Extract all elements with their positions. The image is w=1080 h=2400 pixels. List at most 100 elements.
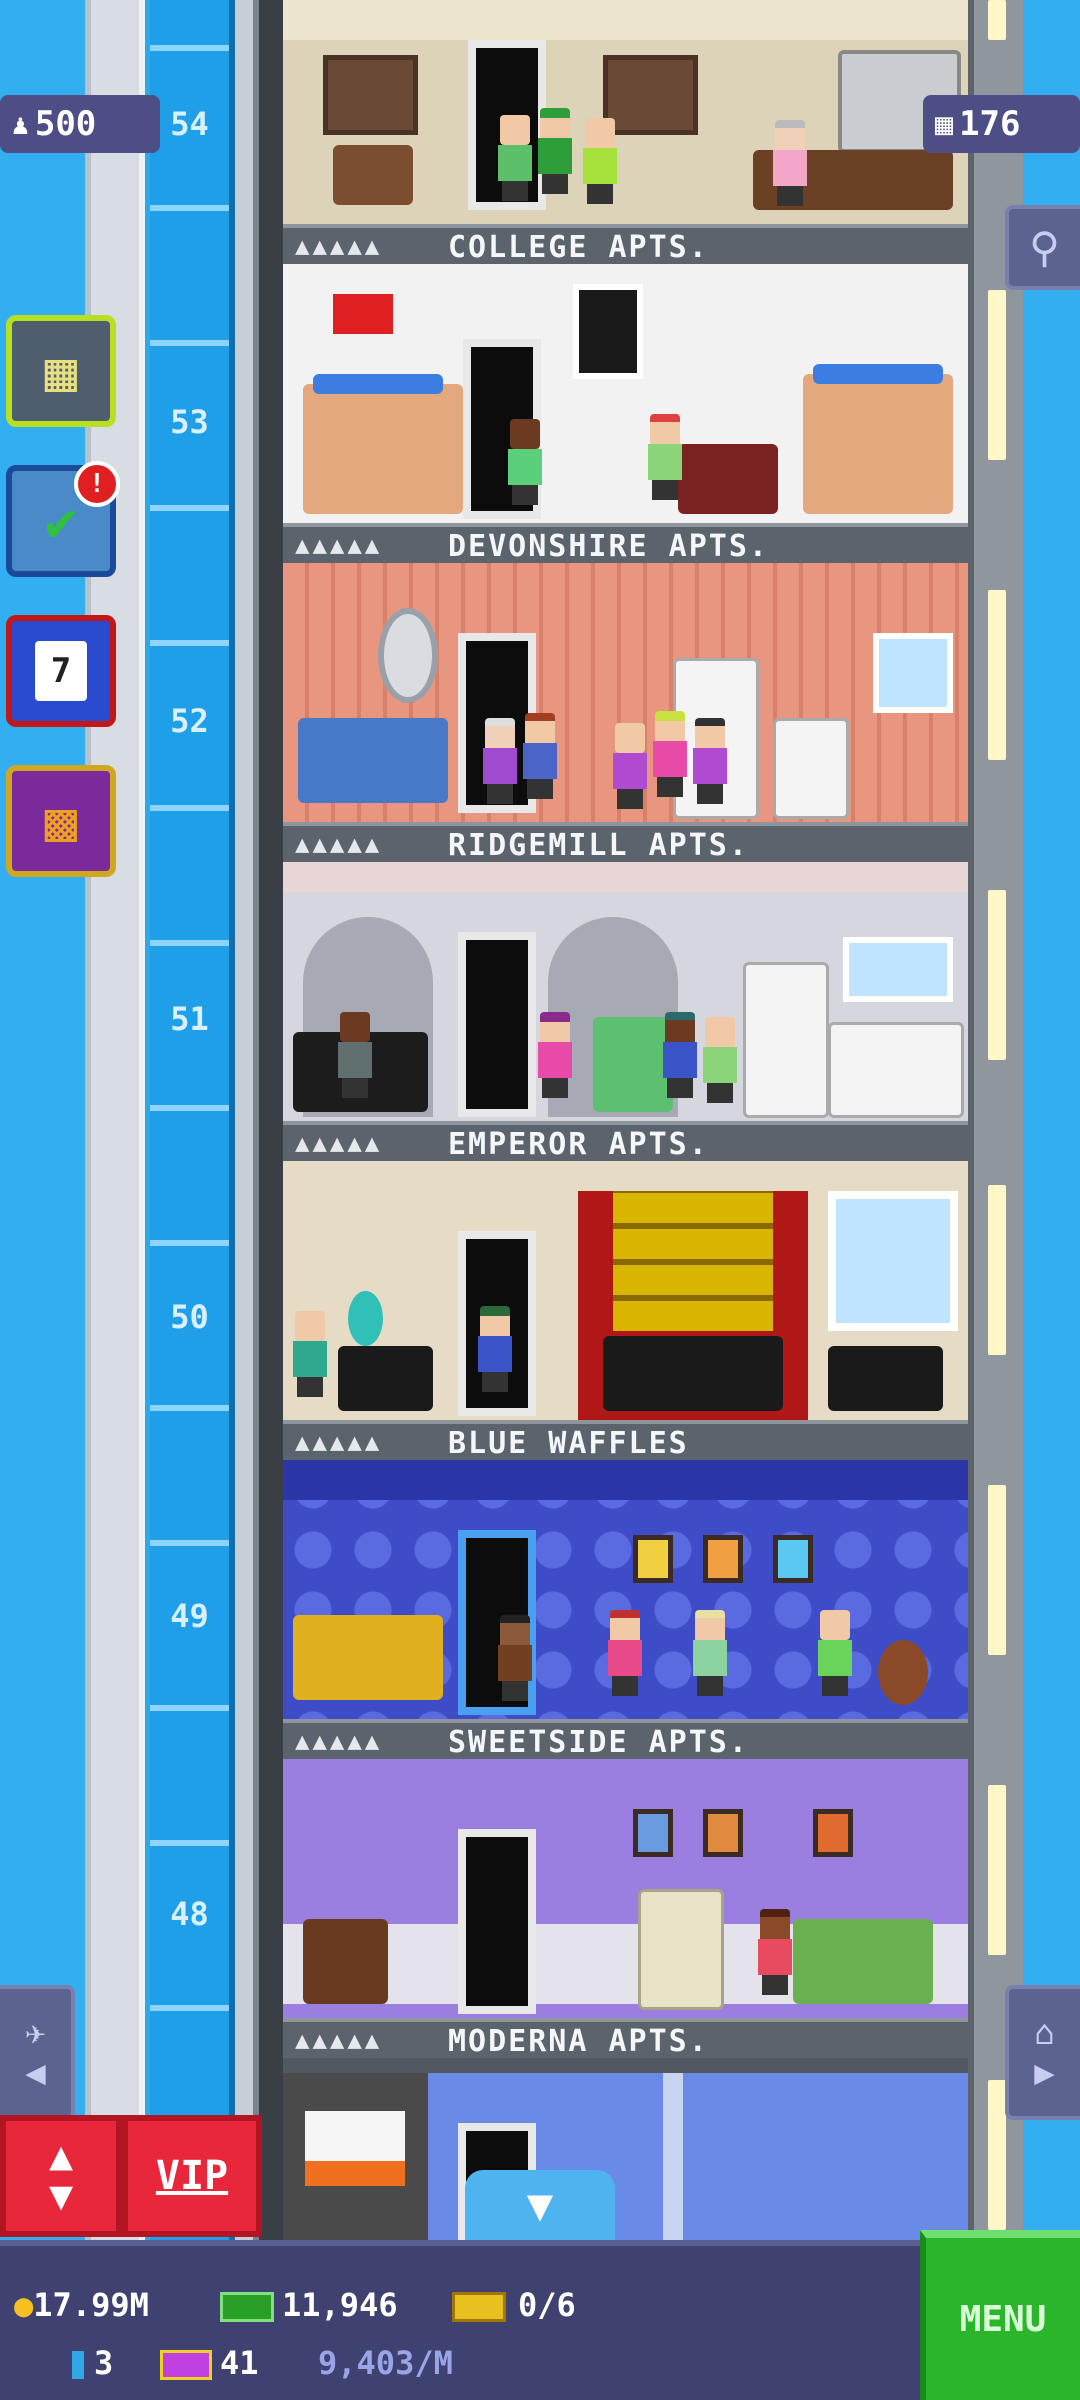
resident[interactable] xyxy=(703,1017,737,1103)
gift-button[interactable]: ▩ xyxy=(6,765,116,877)
floor-label[interactable]: ▲▲▲▲▲ EMPEROR APTS. xyxy=(283,1121,968,1161)
resident[interactable] xyxy=(613,723,647,809)
wall-sign xyxy=(305,2111,405,2186)
key-icon xyxy=(72,2351,84,2379)
floor-label[interactable]: ▲▲▲▲▲ DEVONSHIRE APTS. xyxy=(283,523,968,563)
floor-label[interactable]: ▲▲▲▲▲ SWEETSIDE APTS. xyxy=(283,1719,968,1759)
window xyxy=(843,937,953,1002)
room-college-apts xyxy=(283,0,968,224)
resident[interactable] xyxy=(538,108,572,194)
floor-50[interactable]: ▲▲▲▲▲ BLUE WAFFLES xyxy=(283,1161,968,1460)
floor-name: MODERNA APTS. xyxy=(448,2024,709,2058)
shaft-floor-number: 49 xyxy=(170,1597,209,1635)
floor-53[interactable]: ▲▲▲▲▲ DEVONSHIRE APTS. xyxy=(283,264,968,563)
resident[interactable] xyxy=(663,1012,697,1098)
resident[interactable] xyxy=(498,1615,532,1701)
floor-52[interactable]: ▲▲▲▲▲ RIDGEMILL APTS. xyxy=(283,563,968,862)
vip-ticket-icon xyxy=(160,2350,212,2380)
room-devonshire-apts xyxy=(283,264,968,523)
column xyxy=(663,2073,683,2240)
resident[interactable] xyxy=(483,718,517,804)
sofa xyxy=(793,1919,933,2004)
visitor-nav-button[interactable]: ✈ ◀ xyxy=(0,1985,75,2120)
wall-picture xyxy=(633,1809,673,1857)
floor-counter[interactable]: ▦ 176 xyxy=(923,95,1080,153)
tower-frame xyxy=(259,0,283,2240)
floor-count-value: 176 xyxy=(959,104,1021,144)
window xyxy=(828,1191,958,1331)
shaft-floor-number: 54 xyxy=(170,105,209,143)
nightstand xyxy=(828,1346,943,1411)
floor-name: EMPEROR APTS. xyxy=(448,1127,709,1161)
floor-label[interactable]: ▲▲▲▲▲ RIDGEMILL APTS. xyxy=(283,822,968,862)
floor-label[interactable]: ▲▲▲▲▲ COLLEGE APTS. xyxy=(283,224,968,264)
shaft-divider xyxy=(150,1840,229,1846)
shaft-floor-number: 50 xyxy=(170,1298,209,1336)
resident[interactable] xyxy=(508,419,542,505)
floor-stars: ▲▲▲▲▲ xyxy=(295,830,383,858)
resident[interactable] xyxy=(648,414,682,500)
resident[interactable] xyxy=(693,718,727,804)
resident[interactable] xyxy=(583,118,617,204)
scroll-down-button[interactable]: ▼ xyxy=(465,2170,615,2240)
resident[interactable] xyxy=(538,1012,572,1098)
vip-button[interactable]: VIP xyxy=(122,2115,262,2237)
wall-picture xyxy=(703,1535,743,1583)
shaft-divider xyxy=(150,940,229,946)
shaft-divider xyxy=(150,2005,229,2011)
coins-stat[interactable]: ●17.99M xyxy=(14,2286,149,2324)
elevator-shaft[interactable]: 54 53 52 51 50 49 48 xyxy=(150,0,235,2240)
resident[interactable] xyxy=(498,115,532,201)
population-counter[interactable]: ♟ 500 xyxy=(0,95,160,153)
floor-name: RIDGEMILL APTS. xyxy=(448,828,749,862)
gold-display xyxy=(613,1191,773,1331)
population-value: 500 xyxy=(34,104,97,144)
stairwell xyxy=(968,0,1023,2240)
floor-label[interactable]: ▲▲▲▲▲ BLUE WAFFLES xyxy=(283,1420,968,1460)
resident[interactable] xyxy=(693,1610,727,1696)
shaft-divider xyxy=(150,1405,229,1411)
floor-49[interactable]: ▲▲▲▲▲ SWEETSIDE APTS. xyxy=(283,1460,968,1759)
resident[interactable] xyxy=(773,120,807,206)
keys-stat[interactable]: 3 xyxy=(72,2344,113,2382)
shaft-divider xyxy=(150,205,229,211)
floor-51[interactable]: ▲▲▲▲▲ EMPEROR APTS. xyxy=(283,862,968,1161)
calendar-button[interactable]: 7 xyxy=(6,615,116,727)
vip-tickets-value: 41 xyxy=(220,2344,259,2382)
shaft-floor-number: 48 xyxy=(170,1895,209,1933)
window-light xyxy=(988,1485,1006,1655)
wall-trim xyxy=(283,862,968,892)
vip-tickets-stat[interactable]: 41 xyxy=(160,2344,259,2382)
resident[interactable] xyxy=(293,1311,327,1397)
resident[interactable] xyxy=(523,713,557,799)
elevator-button[interactable]: ▲ ▼ xyxy=(0,2115,122,2237)
build-floor-button[interactable]: ▦ xyxy=(6,315,116,427)
resident[interactable] xyxy=(338,1012,372,1098)
floor-47-partial[interactable] xyxy=(283,2073,968,2240)
chevron-down-icon: ▼ xyxy=(526,2179,554,2231)
resident[interactable] xyxy=(758,1909,792,1995)
room-ridgemill-apts xyxy=(283,563,968,822)
tickets-stat[interactable]: 0/6 xyxy=(452,2286,576,2324)
floor-label[interactable]: ▲▲▲▲▲ MODERNA APTS. xyxy=(283,2018,968,2058)
coin-icon: ● xyxy=(14,2286,34,2324)
resident[interactable] xyxy=(478,1306,512,1392)
floor-48[interactable]: ▲▲▲▲▲ MODERNA APTS. xyxy=(283,1759,968,2058)
menu-button[interactable]: MENU xyxy=(920,2230,1080,2400)
counter xyxy=(828,1022,964,1118)
missions-button[interactable]: ✔ ! xyxy=(6,461,120,577)
door xyxy=(458,1829,536,2014)
bed xyxy=(813,364,943,384)
resident[interactable] xyxy=(653,711,687,797)
bed xyxy=(603,1336,783,1411)
floor-stars: ▲▲▲▲▲ xyxy=(295,531,383,559)
search-button[interactable]: ⚲ xyxy=(1005,205,1080,290)
resident[interactable] xyxy=(608,1610,642,1696)
bux-stat[interactable]: 11,946 xyxy=(220,2286,398,2324)
floor-54[interactable]: ▲▲▲▲▲ COLLEGE APTS. xyxy=(283,0,968,264)
shaft-divider xyxy=(150,1705,229,1711)
floor-stars: ▲▲▲▲▲ xyxy=(295,1428,383,1456)
bux-icon xyxy=(220,2292,274,2322)
lobby-nav-button[interactable]: ⌂ ▶ xyxy=(1005,1985,1080,2120)
resident[interactable] xyxy=(818,1610,852,1696)
